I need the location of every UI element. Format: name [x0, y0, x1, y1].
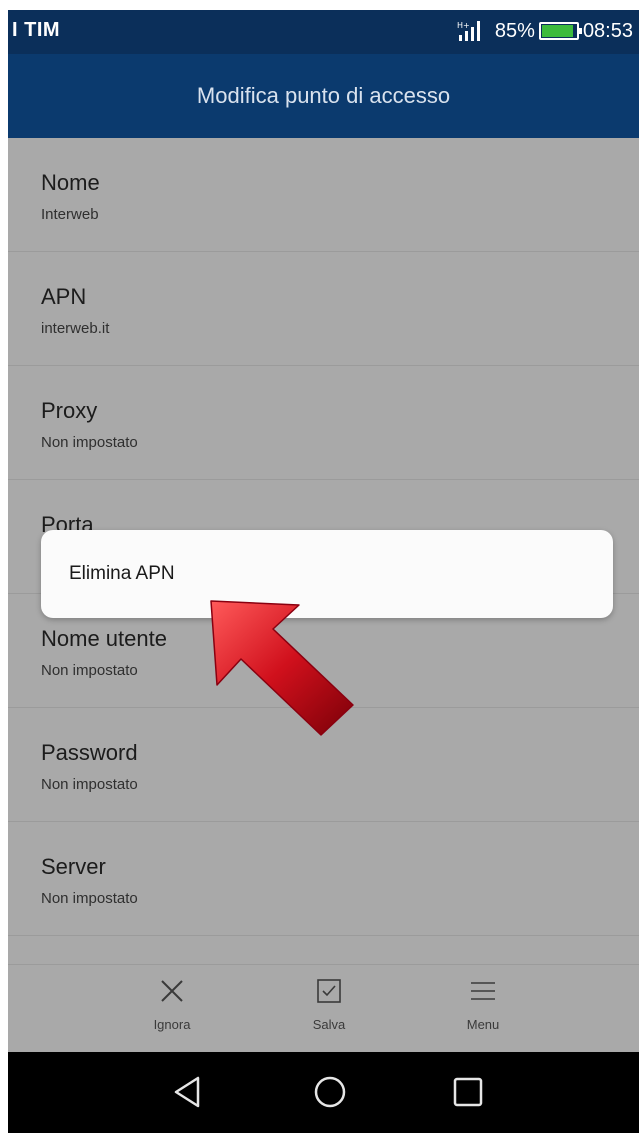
pref-value: Non impostato — [41, 662, 138, 679]
carrier-name: I TIM — [12, 19, 61, 41]
pref-title: Server — [41, 854, 106, 879]
svg-text:H+: H+ — [457, 21, 470, 30]
phone-screen: I TIM H+ 85% 08:53 Modifica punto di acc… — [8, 10, 639, 1133]
pref-title: Nome utente — [41, 626, 167, 651]
menu-icon — [471, 982, 495, 1000]
pref-value: Non impostato — [41, 890, 138, 907]
checkbox-icon — [317, 979, 341, 1003]
pref-server[interactable]: Server Non impostato — [8, 822, 639, 936]
pref-title: Proxy — [41, 398, 98, 423]
pref-title: Password — [41, 740, 138, 765]
battery-percent: 85% — [494, 19, 535, 42]
pref-proxy[interactable]: Proxy Non impostato — [8, 366, 639, 480]
pref-value: Interweb — [41, 206, 99, 223]
bottom-action-bar: Ignora Salva Menu — [8, 964, 639, 1052]
menu-button[interactable]: Menu — [423, 975, 543, 1032]
pref-title: Nome — [41, 170, 100, 195]
system-nav-bar — [8, 1052, 639, 1133]
pref-value: Non impostato — [41, 776, 138, 793]
home-icon[interactable] — [310, 1072, 350, 1112]
save-label: Salva — [312, 1017, 346, 1032]
pref-value: Non impostato — [41, 434, 138, 451]
pref-value: interweb.it — [41, 320, 110, 337]
ignore-button[interactable]: Ignora — [112, 975, 232, 1032]
red-arrow-annotation — [210, 600, 354, 736]
pref-apn[interactable]: APN interweb.it — [8, 252, 639, 366]
clock: 08:53 — [582, 19, 633, 42]
app-bar: Modifica punto di accesso — [8, 54, 639, 138]
save-button[interactable]: Salva — [269, 975, 389, 1032]
page-title: Modifica punto di accesso — [196, 83, 451, 108]
battery-tip — [578, 28, 582, 34]
signal-icon: H+ — [457, 21, 480, 41]
back-icon[interactable] — [168, 1072, 208, 1112]
menu-label: Menu — [466, 1017, 500, 1032]
status-bar: I TIM H+ 85% 08:53 — [8, 10, 639, 54]
delete-apn-menu-item[interactable]: Elimina APN — [69, 563, 175, 585]
close-icon — [161, 980, 183, 1002]
status-indicators: H+ 85% 08:53 — [455, 19, 633, 43]
battery-icon — [538, 22, 582, 40]
pref-title: APN — [41, 284, 87, 309]
ignore-label: Ignora — [153, 1017, 191, 1032]
recents-icon[interactable] — [448, 1072, 488, 1112]
battery-level — [541, 25, 573, 37]
pref-nome[interactable]: Nome Interweb — [8, 138, 639, 252]
